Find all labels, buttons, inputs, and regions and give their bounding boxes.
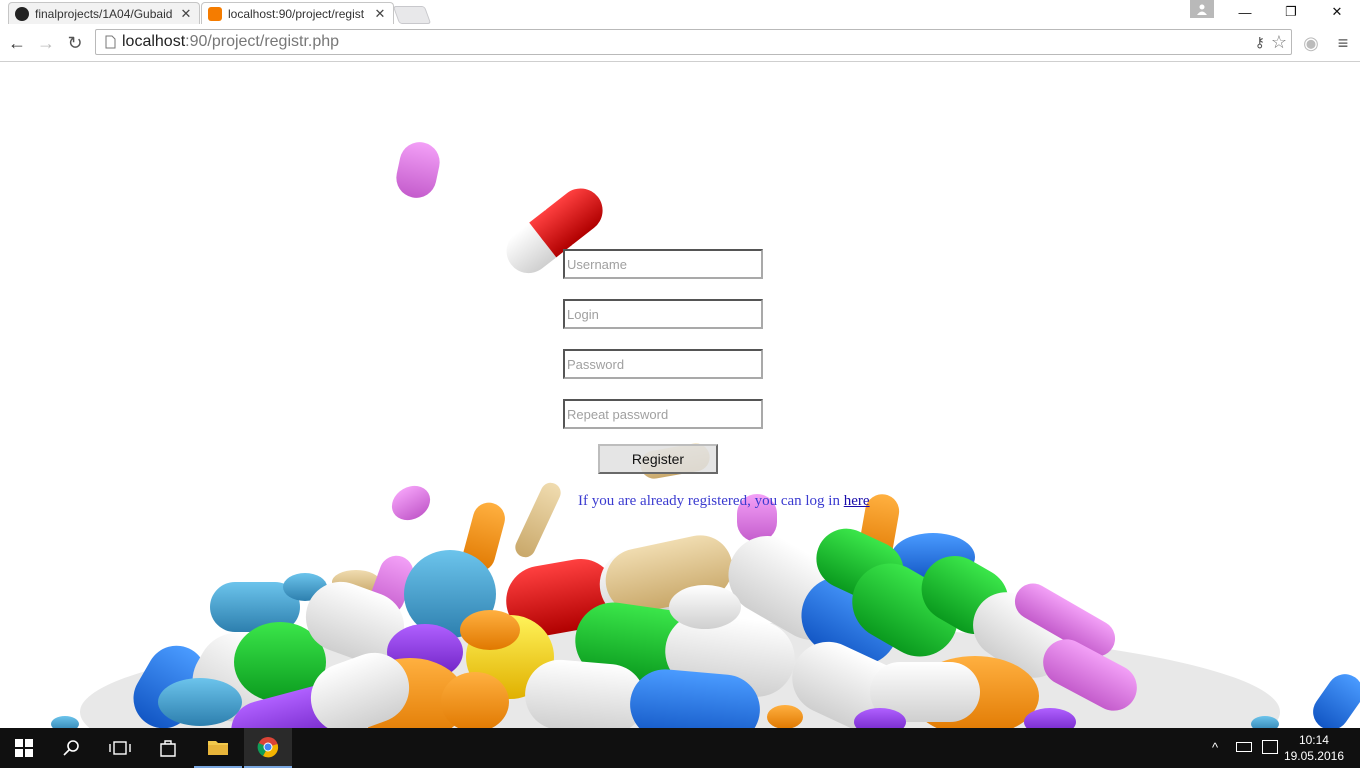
- restore-icon[interactable]: ❐: [1268, 0, 1314, 24]
- reload-icon[interactable]: ↻: [64, 32, 86, 54]
- clock-time: 10:14: [1298, 733, 1329, 747]
- toolbar: ← → ↻ localhost:90/project/registr.php ⚷…: [0, 26, 1360, 60]
- tab-registr[interactable]: localhost:90/project/regist ✕: [201, 2, 394, 24]
- password-input[interactable]: [563, 349, 763, 379]
- url-text: localhost:90/project/registr.php: [122, 33, 340, 50]
- tab-title: localhost:90/project/regist: [228, 6, 365, 21]
- new-tab-button[interactable]: [392, 6, 432, 24]
- window-controls: — ❐ ✕: [1222, 0, 1360, 24]
- back-arrow-icon[interactable]: ←: [6, 32, 28, 54]
- username-input[interactable]: [563, 249, 763, 279]
- chrome-icon[interactable]: [244, 728, 292, 768]
- login-here-link[interactable]: here: [844, 493, 870, 509]
- login-prompt: If you are already registered, you can l…: [578, 493, 870, 510]
- repeat-password-input[interactable]: [563, 399, 763, 429]
- notification-icon[interactable]: [1262, 740, 1278, 754]
- close-window-icon[interactable]: ✕: [1314, 0, 1360, 24]
- tab-close-icon[interactable]: ✕: [373, 6, 387, 22]
- page-icon: [105, 35, 116, 49]
- system-clock[interactable]: 10:14 19.05.2016: [1284, 732, 1344, 764]
- search-icon[interactable]: [48, 728, 96, 768]
- battery-icon[interactable]: [1236, 742, 1252, 752]
- github-icon: [15, 6, 29, 21]
- browser-chrome: finalprojects/1A04/Gubaid ✕ localhost:90…: [0, 0, 1360, 62]
- forward-arrow-icon[interactable]: →: [35, 32, 57, 54]
- file-explorer-icon[interactable]: [194, 728, 242, 768]
- windows-taskbar: ^ 10:14 19.05.2016: [0, 728, 1360, 768]
- tab-close-icon[interactable]: ✕: [179, 6, 193, 22]
- tab-strip: finalprojects/1A04/Gubaid ✕ localhost:90…: [0, 0, 1360, 25]
- minimize-icon[interactable]: —: [1222, 0, 1268, 24]
- key-icon[interactable]: ⚷: [1255, 34, 1265, 51]
- register-button[interactable]: Register: [598, 444, 718, 474]
- extension-icon[interactable]: ◉: [1300, 32, 1322, 54]
- page-content: Register If you are already registered, …: [0, 62, 1360, 728]
- chevron-up-icon[interactable]: ^: [1212, 740, 1218, 755]
- task-view-icon[interactable]: [96, 728, 144, 768]
- user-profile-icon[interactable]: [1190, 0, 1214, 18]
- star-icon[interactable]: ☆: [1271, 32, 1287, 53]
- menu-icon[interactable]: ≡: [1332, 32, 1354, 54]
- tab-github[interactable]: finalprojects/1A04/Gubaid ✕: [8, 2, 200, 24]
- pills-background-image: [51, 142, 1360, 728]
- login-input[interactable]: [563, 299, 763, 329]
- store-icon[interactable]: [144, 728, 192, 768]
- login-prompt-text: If you are already registered, you can l…: [578, 493, 844, 509]
- tab-title: finalprojects/1A04/Gubaid: [35, 6, 173, 21]
- windows-start-icon[interactable]: [0, 728, 48, 768]
- xampp-icon: [208, 6, 222, 21]
- clock-date: 19.05.2016: [1283, 749, 1344, 763]
- address-bar[interactable]: localhost:90/project/registr.php ⚷ ☆: [95, 29, 1292, 55]
